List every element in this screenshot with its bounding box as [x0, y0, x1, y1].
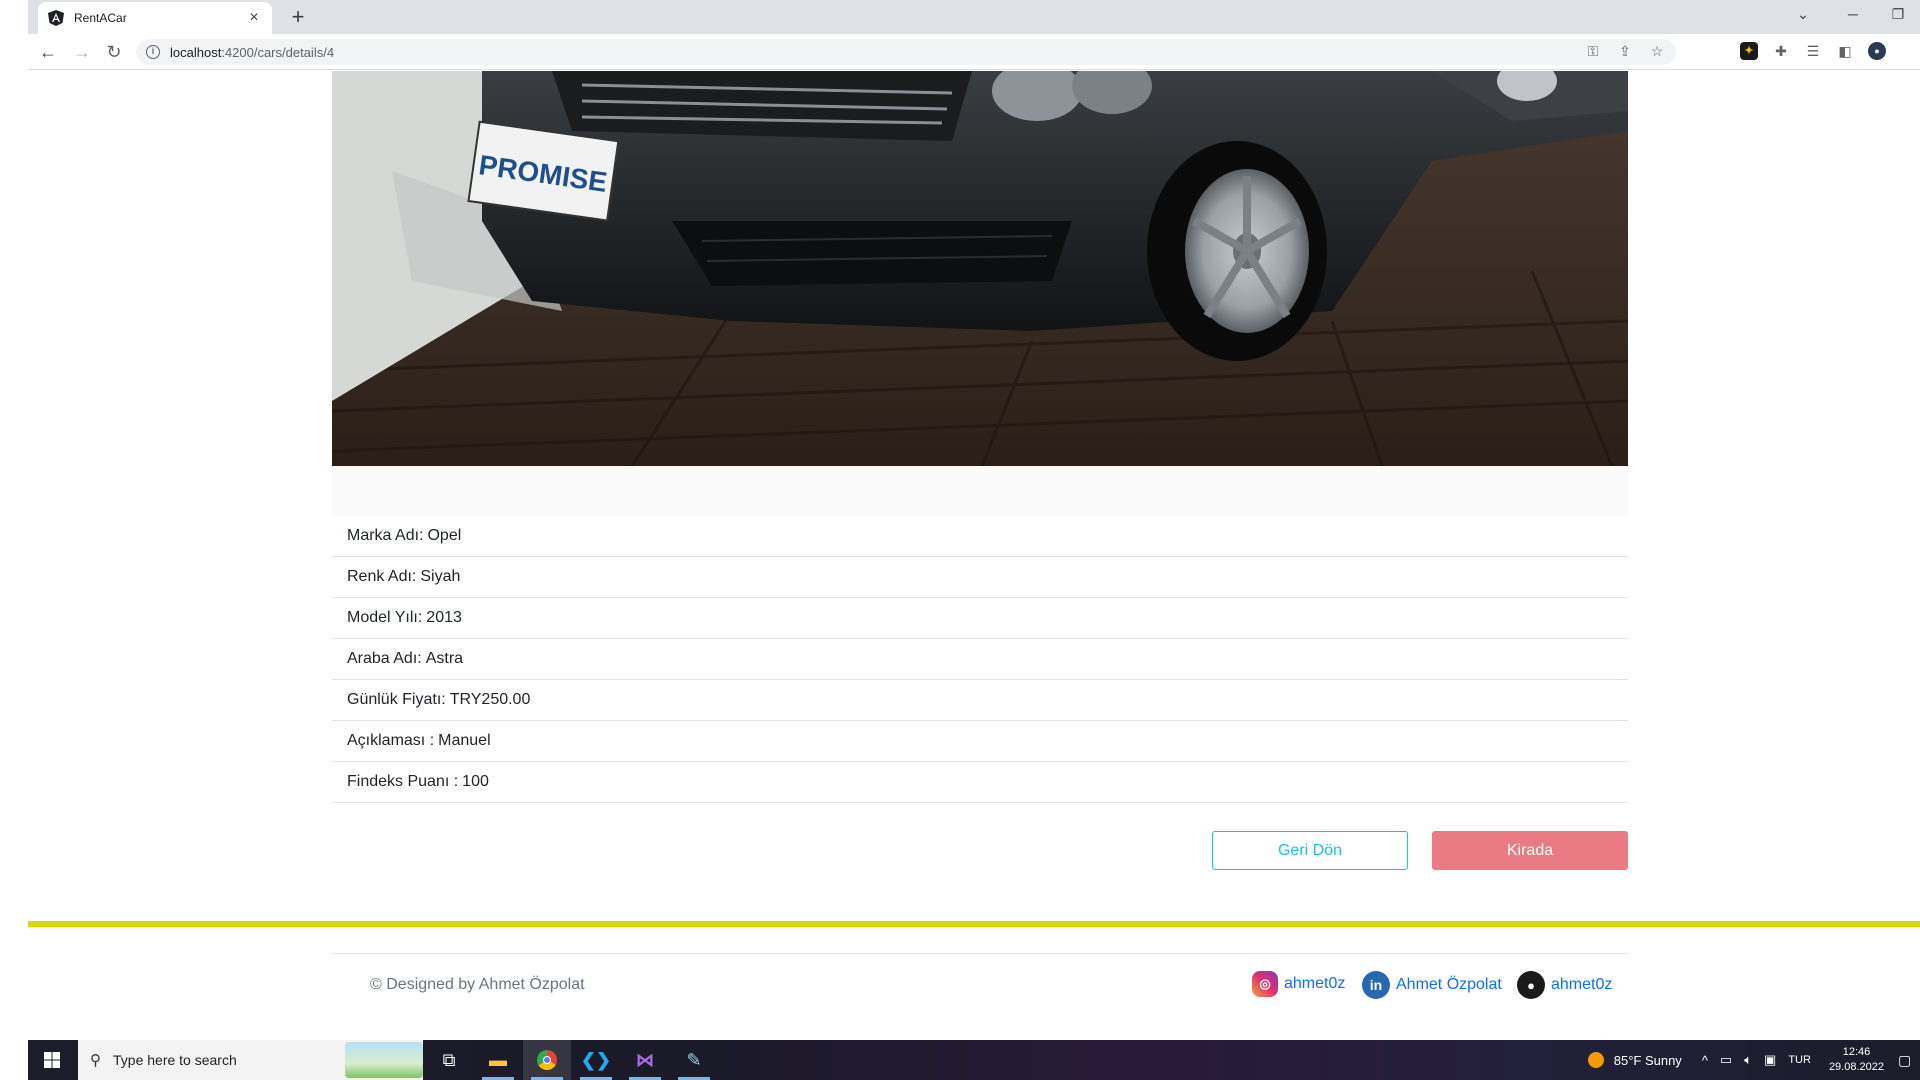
copyright-text: © Designed by Ahmet Özpolat	[370, 976, 585, 993]
angular-icon	[48, 10, 64, 26]
profile-avatar[interactable]: ●	[1868, 42, 1886, 60]
new-tab-icon[interactable]: +	[284, 4, 312, 32]
screen: RentACar × + ⌄ ─ ❐ ← → ↻ i localhost:420…	[0, 0, 1920, 1080]
weather-text[interactable]: 85°F Sunny	[1614, 1053, 1682, 1068]
clock[interactable]: 12:46 29.08.2022	[1829, 1045, 1884, 1075]
windows-logo-icon	[44, 1052, 60, 1068]
task-view-icon[interactable]: ⧉	[425, 1040, 473, 1080]
language-indicator[interactable]: TUR	[1788, 1054, 1811, 1066]
windows-taskbar: ⚲ Type here to search ⧉ ▬ ❮❯ ⋈ ✎ 85°F Su…	[28, 1040, 1920, 1080]
taskbar-search[interactable]: ⚲ Type here to search	[78, 1040, 423, 1080]
github-icon: ●	[1517, 971, 1545, 999]
network-icon[interactable]: ▣	[1764, 1052, 1776, 1068]
chrome-icon[interactable]	[523, 1040, 571, 1080]
footer-rule	[332, 953, 1628, 954]
browser-tab[interactable]: RentACar ×	[38, 2, 272, 34]
browser-toolbar: ← → ↻ i localhost:4200/cars/details/4 ⚿ …	[28, 34, 1920, 70]
windows-start-icon[interactable]	[28, 1040, 76, 1080]
detail-model-year: Model Yılı: 2013	[332, 598, 1628, 639]
star-icon[interactable]: ☆	[1648, 43, 1666, 60]
chevron-down-icon[interactable]: ⌄	[1783, 0, 1823, 30]
detail-daily-price: Günlük Fiyatı: TRY250.00	[332, 680, 1628, 721]
page-content: PROMISE Marka Adı: Opel Renk Adı: Siyah …	[28, 71, 1920, 1040]
detail-car-name: Araba Adı: Astra	[332, 639, 1628, 680]
system-tray: 85°F Sunny ^ ▭ 🔈︎ ▣ TUR 12:46 29.08.2022…	[1587, 1040, 1920, 1080]
omnibox-actions: ⚿ ⇪ ☆	[1584, 43, 1666, 60]
extension-badge-icon[interactable]: ✦	[1740, 42, 1758, 60]
card-header-strip	[332, 466, 1628, 516]
left-edge	[0, 0, 28, 1080]
footer-divider	[28, 921, 1920, 927]
search-icon: ⚲	[90, 1052, 101, 1069]
rent-button[interactable]: Kirada	[1432, 831, 1628, 870]
detail-color: Renk Adı: Siyah	[332, 557, 1628, 598]
extension-icons: ✦ ✚ ☰ ◧ ●	[1740, 42, 1886, 60]
go-back-button[interactable]: Geri Dön	[1212, 831, 1408, 870]
github-link[interactable]: ● ahmet0z	[1517, 971, 1612, 999]
info-icon[interactable]: i	[146, 45, 160, 59]
car-details-list: Marka Adı: Opel Renk Adı: Siyah Model Yılı…	[332, 516, 1628, 803]
car-image: PROMISE	[332, 71, 1628, 466]
share-icon[interactable]: ⇪	[1616, 43, 1634, 60]
detail-description: Açıklaması : Manuel	[332, 721, 1628, 762]
forward-arrow-icon[interactable]: →	[68, 38, 96, 66]
detail-findeks-score: Findeks Puanı :100	[332, 762, 1628, 803]
file-explorer-icon[interactable]: ▬	[474, 1040, 522, 1080]
show-hidden-icons-icon[interactable]: ^	[1702, 1053, 1708, 1068]
notifications-icon[interactable]: ▢	[1898, 1052, 1920, 1069]
browser-tabbar: RentACar × + ⌄ ─ ❐	[28, 0, 1920, 34]
battery-icon[interactable]: ▭	[1720, 1052, 1732, 1068]
sun-icon	[1587, 1052, 1604, 1068]
minimize-icon[interactable]: ─	[1833, 0, 1873, 30]
visual-studio-icon[interactable]: ⋈	[621, 1040, 669, 1080]
volume-icon[interactable]: 🔈︎	[1744, 1052, 1752, 1068]
reading-list-icon[interactable]: ☰	[1804, 42, 1822, 60]
back-arrow-icon[interactable]: ←	[34, 38, 62, 66]
side-panel-icon[interactable]: ◧	[1836, 42, 1854, 60]
address-bar[interactable]: i localhost:4200/cars/details/4 ⚿ ⇪ ☆	[136, 39, 1676, 65]
search-highlight-art	[345, 1042, 423, 1078]
tab-title: RentACar	[74, 11, 127, 25]
close-tab-icon[interactable]: ×	[246, 9, 262, 27]
car-photo-graphic: PROMISE	[332, 71, 1628, 466]
vscode-icon[interactable]: ❮❯	[572, 1040, 620, 1080]
restore-icon[interactable]: ❐	[1878, 0, 1918, 30]
url-text: localhost:4200/cars/details/4	[170, 44, 335, 60]
key-icon[interactable]: ⚿	[1584, 43, 1602, 60]
instagram-icon: ◎	[1252, 971, 1278, 997]
paint-icon[interactable]: ✎	[670, 1040, 718, 1080]
puzzle-icon[interactable]: ✚	[1772, 42, 1790, 60]
linkedin-icon: in	[1362, 971, 1390, 999]
linkedin-link[interactable]: in Ahmet Özpolat	[1362, 971, 1502, 999]
reload-icon[interactable]: ↻	[100, 38, 128, 66]
instagram-link[interactable]: ◎ ahmet0z	[1252, 971, 1345, 997]
detail-brand: Marka Adı: Opel	[332, 516, 1628, 557]
